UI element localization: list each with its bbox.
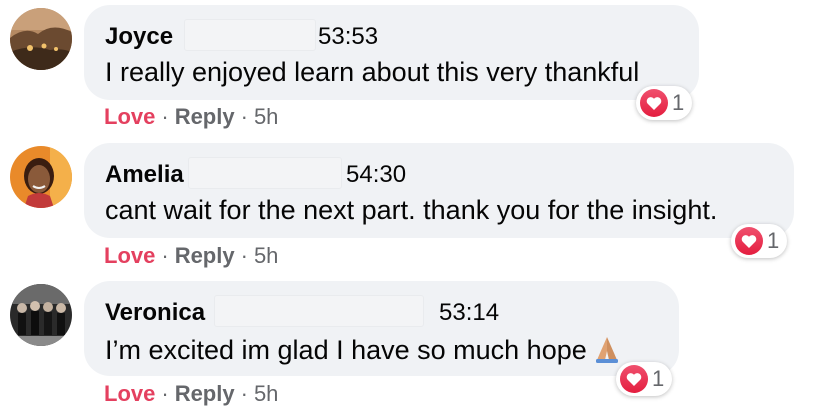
timestamp-link[interactable]: 54:30 (346, 161, 406, 189)
separator: · (161, 381, 169, 406)
reaction-count: 1 (672, 90, 685, 115)
separator: · (161, 243, 169, 268)
comment-text-body: I’m excited im glad I have so much hope (105, 335, 587, 365)
reaction-badge[interactable]: 1 (636, 86, 693, 120)
reply-button[interactable]: Reply (175, 381, 235, 407)
love-button[interactable]: Love (104, 243, 155, 269)
comment-bubble: Amelia 54:30 cant wait for the next part… (84, 143, 794, 238)
love-button[interactable]: Love (104, 381, 155, 407)
avatar[interactable] (10, 284, 72, 346)
comment-actions: Love · Reply · 5h (104, 381, 278, 407)
reaction-badge[interactable]: 1 (616, 362, 673, 396)
separator: · (240, 381, 248, 406)
reaction-count: 1 (767, 228, 780, 253)
reaction-badge[interactable]: 1 (731, 224, 788, 258)
author-name[interactable]: Amelia (105, 161, 184, 189)
avatar[interactable] (10, 8, 72, 70)
comment: Amelia 54:30 cant wait for the next part… (0, 139, 822, 277)
love-reaction-icon (735, 227, 763, 255)
love-reaction-icon (620, 365, 648, 393)
folded-hands-icon (593, 333, 621, 370)
love-reaction-icon (640, 89, 668, 117)
reaction-count: 1 (652, 366, 665, 391)
timestamp-link[interactable]: 53:53 (318, 23, 378, 51)
timestamp-link[interactable]: 53:14 (439, 299, 499, 327)
redacted-area (184, 19, 316, 51)
comment-age[interactable]: 5h (254, 381, 278, 407)
comment-bubble: Veronica 53:14 I’m excited im glad I hav… (84, 281, 679, 376)
comment-text: I really enjoyed learn about this very t… (105, 57, 640, 87)
comment-text: I’m excited im glad I have so much hope (105, 333, 621, 370)
comment: Veronica 53:14 I’m excited im glad I hav… (0, 277, 822, 415)
avatar[interactable] (10, 146, 72, 208)
author-name[interactable]: Joyce (105, 23, 173, 51)
separator: · (240, 243, 248, 268)
comment-text: cant wait for the next part. thank you f… (105, 195, 718, 225)
comment-bubble: Joyce 53:53 I really enjoyed learn about… (84, 5, 699, 100)
comment: Joyce 53:53 I really enjoyed learn about… (0, 0, 822, 138)
reply-button[interactable]: Reply (175, 104, 235, 130)
author-name[interactable]: Veronica (105, 299, 205, 327)
redacted-area (214, 295, 424, 327)
comment-actions: Love · Reply · 5h (104, 104, 278, 130)
separator: · (240, 104, 248, 129)
comment-age[interactable]: 5h (254, 243, 278, 269)
separator: · (161, 104, 169, 129)
reply-button[interactable]: Reply (175, 243, 235, 269)
comment-actions: Love · Reply · 5h (104, 243, 278, 269)
love-button[interactable]: Love (104, 104, 155, 130)
redacted-area (188, 157, 342, 189)
comment-age[interactable]: 5h (254, 104, 278, 130)
